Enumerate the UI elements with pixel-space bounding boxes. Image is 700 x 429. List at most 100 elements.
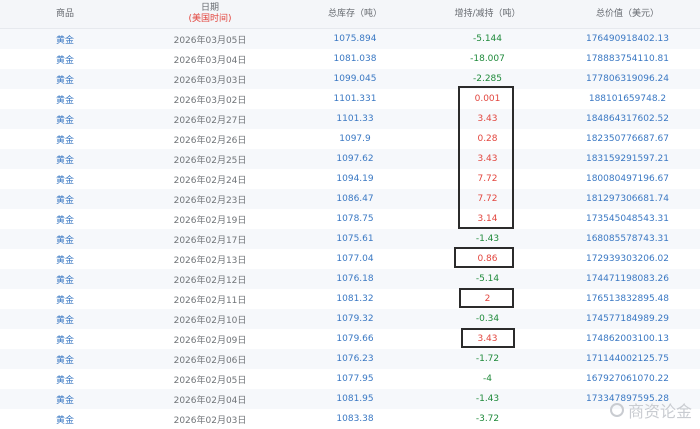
cell-change: 3.43: [477, 114, 498, 124]
cell-date: 2026年02月23日: [173, 195, 247, 206]
cell-value: 167927061070.22: [585, 374, 670, 384]
cell-holdings: 1077.95: [336, 374, 374, 384]
cell-date: 2026年02月19日: [173, 215, 247, 226]
cell-value: 176490918402.13: [585, 34, 670, 44]
cell-change: -5.14: [475, 274, 500, 284]
cell-product[interactable]: 黄金: [0, 49, 130, 69]
cell-change: 0.28: [477, 134, 498, 144]
table-row: 黄金 2026年02月17日 1075.61 -1.43 168085578743.31: [0, 229, 700, 249]
cell-product[interactable]: 黄金: [0, 109, 130, 129]
cell-change: 3.43: [477, 154, 498, 164]
cell-value: 172939303206.02: [585, 254, 670, 264]
cell-change: 3.14: [477, 214, 498, 224]
cell-value: 174862003100.13: [585, 334, 670, 344]
cell-product[interactable]: 黄金: [0, 409, 130, 429]
cell-product[interactable]: 黄金: [0, 289, 130, 309]
cell-product[interactable]: 黄金: [0, 309, 130, 329]
watermark: 商资论金: [609, 398, 692, 422]
cell-product[interactable]: 黄金: [0, 69, 130, 89]
cell-change: -4: [483, 374, 492, 384]
cell-value: 174577184989.29: [585, 314, 670, 324]
cell-product[interactable]: 黄金: [0, 169, 130, 189]
cell-holdings: 1101.33: [336, 114, 374, 124]
cell-change: -3.72: [475, 414, 500, 424]
cell-holdings: 1094.19: [336, 174, 374, 184]
cell-holdings: 1077.04: [336, 254, 374, 264]
cell-date: 2026年02月05日: [173, 375, 247, 386]
gold-holdings-table: 商品 日期 (美国时间) 总库存（吨） 增持/减持（吨） 总价值（美元） 黄金 2…: [0, 0, 700, 429]
cell-value: 173545048543.31: [585, 214, 670, 224]
header-date-sub: (美国时间): [188, 14, 232, 24]
cell-date: 2026年02月11日: [173, 295, 247, 306]
cell-change: 2: [484, 294, 491, 304]
cell-value: 168085578743.31: [585, 234, 670, 244]
cell-holdings: 1075.894: [333, 34, 377, 44]
cell-value: 184864317602.52: [585, 114, 670, 124]
cell-date: 2026年02月03日: [173, 415, 247, 426]
cell-product[interactable]: 黄金: [0, 89, 130, 109]
cell-product[interactable]: 黄金: [0, 189, 130, 209]
cell-holdings: 1099.045: [333, 74, 377, 84]
weibo-icon: [609, 403, 624, 417]
cell-product[interactable]: 黄金: [0, 249, 130, 269]
cell-change: 7.72: [477, 194, 498, 204]
table-row: 黄金 2026年02月04日 1081.95 -1.43 173347897595.28: [0, 389, 700, 409]
header-holdings: 总库存（吨）: [327, 8, 382, 19]
table-row: 黄金 2026年02月03日 1083.38 -3.72: [0, 409, 700, 429]
cell-change: 0.86: [477, 254, 498, 264]
cell-change: -1.72: [475, 354, 500, 364]
table-row: 黄金 2026年03月04日 1081.038 -18.007 178883754110…: [0, 49, 700, 69]
cell-value: 180080497196.67: [585, 174, 670, 184]
cell-date: 2026年02月13日: [173, 255, 247, 266]
cell-date: 2026年02月12日: [173, 275, 247, 286]
cell-change: -1.43: [475, 394, 500, 404]
cell-date: 2026年03月03日: [173, 75, 247, 86]
cell-product[interactable]: 黄金: [0, 229, 130, 249]
cell-value: 174471198083.26: [585, 274, 670, 284]
table-row: 黄金 2026年02月11日 1081.32 2 176513832895.48: [0, 289, 700, 309]
cell-holdings: 1081.95: [336, 394, 374, 404]
cell-product[interactable]: 黄金: [0, 129, 130, 149]
table-row: 黄金 2026年02月06日 1076.23 -1.72 171144002125.75: [0, 349, 700, 369]
cell-product[interactable]: 黄金: [0, 329, 130, 349]
cell-change: -5.144: [472, 34, 502, 44]
cell-value: 183159291597.21: [585, 154, 670, 164]
cell-holdings: 1081.038: [333, 54, 377, 64]
header-product: 商品: [55, 8, 74, 19]
cell-date: 2026年02月24日: [173, 175, 247, 186]
table-row: 黄金 2026年03月03日 1099.045 -2.285 177806319096.…: [0, 69, 700, 89]
table-row: 黄金 2026年03月05日 1075.894 -5.144 176490918402.…: [0, 29, 700, 49]
cell-holdings: 1097.9: [339, 134, 371, 144]
cell-date: 2026年02月06日: [173, 355, 247, 366]
cell-holdings: 1079.66: [336, 334, 374, 344]
cell-product[interactable]: 黄金: [0, 369, 130, 389]
table-row: 黄金 2026年02月27日 1101.33 3.43 184864317602.52: [0, 109, 700, 129]
table-row: 黄金 2026年02月19日 1078.75 3.14 173545048543.31: [0, 209, 700, 229]
cell-value: 181297306681.74: [585, 194, 670, 204]
cell-holdings: 1076.18: [336, 274, 374, 284]
header-value: 总价值（美元）: [595, 8, 659, 19]
cell-product[interactable]: 黄金: [0, 269, 130, 289]
cell-holdings: 1079.32: [336, 314, 374, 324]
cell-date: 2026年02月09日: [173, 335, 247, 346]
header-change: 增持/减持（吨）: [454, 8, 521, 19]
cell-change: -2.285: [472, 74, 502, 84]
header-date: 日期 (美国时间): [188, 3, 232, 24]
cell-holdings: 1101.331: [333, 94, 377, 104]
table-row: 黄金 2026年02月25日 1097.62 3.43 183159291597.21: [0, 149, 700, 169]
cell-holdings: 1076.23: [336, 354, 374, 364]
cell-holdings: 1086.47: [336, 194, 374, 204]
cell-holdings: 1075.61: [336, 234, 374, 244]
cell-change: 7.72: [477, 174, 498, 184]
cell-date: 2026年02月10日: [173, 315, 247, 326]
cell-product[interactable]: 黄金: [0, 349, 130, 369]
cell-product[interactable]: 黄金: [0, 29, 130, 49]
cell-product[interactable]: 黄金: [0, 209, 130, 229]
cell-product[interactable]: 黄金: [0, 389, 130, 409]
table-row: 黄金 2026年02月24日 1094.19 7.72 180080497196.67: [0, 169, 700, 189]
table-row: 黄金 2026年02月23日 1086.47 7.72 181297306681.74: [0, 189, 700, 209]
cell-product[interactable]: 黄金: [0, 149, 130, 169]
cell-value: 178883754110.81: [585, 54, 670, 64]
cell-date: 2026年03月02日: [173, 95, 247, 106]
cell-value: 188101659748.2: [588, 94, 667, 104]
